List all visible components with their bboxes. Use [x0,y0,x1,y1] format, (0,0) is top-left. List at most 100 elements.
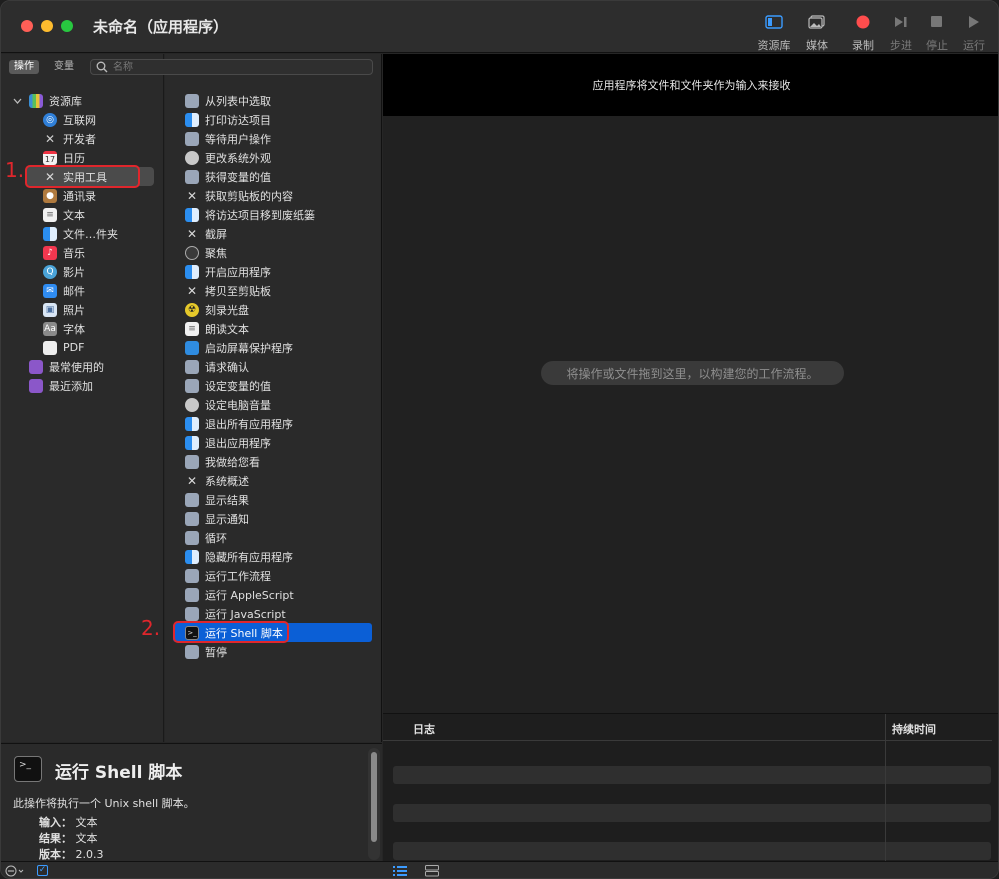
library-item-label: 文件…件夹 [63,227,118,241]
description-title: 运行 Shell 脚本 [55,763,183,783]
library-item-text[interactable]: ≡ 文本 [43,205,85,224]
action-item[interactable]: ☢ 刻录光盘 [185,300,249,319]
action-item[interactable]: 隐藏所有应用程序 [185,547,293,566]
record-toolbar-label: 录制 [852,39,874,52]
step-toolbar-button[interactable]: 步进 [881,11,921,53]
description-scrollbar[interactable] [368,748,380,860]
media-toolbar-button[interactable]: 媒体 [797,11,837,53]
library-item-contacts[interactable]: ● 通讯录 [43,186,96,205]
library-item-mail[interactable]: ✉ 邮件 [43,281,85,300]
terminal-icon: >_ [14,756,42,782]
action-item[interactable]: ✕ 系统概述 [185,471,249,490]
tools-icon: ✕ [186,473,198,488]
library-root[interactable]: 资源库 [13,91,82,110]
close-window-button[interactable] [21,20,33,32]
action-item[interactable]: 运行 AppleScript [185,585,294,604]
finder-icon [185,112,199,127]
annotation-box-shell-script [173,621,289,643]
action-item[interactable]: 请求确认 [185,357,249,376]
action-item[interactable]: 循环 [185,528,227,547]
library-tabs-row: 操作 变量 [1,54,382,80]
list-view-icon[interactable] [393,865,407,878]
globe-icon: ◎ [43,112,57,127]
record-icon [843,11,883,33]
step-toolbar-label: 步进 [890,39,912,52]
more-options-icon[interactable] [5,865,27,878]
library-smart-label: 最常使用的 [49,360,104,374]
log-column-log[interactable]: 日志 [413,721,435,737]
bottom-bar: ✓ [1,861,998,878]
tab-actions[interactable]: 操作 [9,60,39,74]
log-column-duration[interactable]: 持续时间 [892,721,936,737]
description-toggle-checkbox[interactable]: ✓ [37,865,48,876]
chevron-down-icon[interactable] [13,94,25,107]
pdf-icon [43,340,57,355]
action-item[interactable]: 暂停 [185,642,227,661]
version-label: 版本： [39,848,72,861]
action-item[interactable]: 更改系统外观 [185,148,271,167]
record-toolbar-button[interactable]: 录制 [843,11,883,53]
action-item[interactable]: 显示结果 [185,490,249,509]
minimize-window-button[interactable] [41,20,53,32]
action-item[interactable]: 我做给您看 [185,452,260,471]
action-item[interactable]: 设定电脑音量 [185,395,271,414]
library-smart-most-used[interactable]: 最常使用的 [29,357,104,376]
action-item-label: 显示结果 [205,493,249,507]
finder-icon [185,207,199,222]
library-item-internet[interactable]: ◎ 互联网 [43,110,96,129]
automator-icon [185,131,199,146]
action-item-label: 隐藏所有应用程序 [205,550,293,564]
tab-variables[interactable]: 变量 [49,60,79,74]
split-view-icon[interactable] [425,865,439,878]
action-item[interactable]: 获得变量的值 [185,167,271,186]
text-icon: ≡ [43,207,57,222]
action-item-label: 请求确认 [205,360,249,374]
search-input[interactable] [113,60,363,74]
library-item-pdf[interactable]: PDF [43,338,84,357]
stop-toolbar-button[interactable]: 停止 [917,11,957,53]
stop-icon [917,11,957,33]
annotation-step-1: 1. [5,158,25,182]
library-item-files-folders[interactable]: 文件…件夹 [43,224,118,243]
action-item[interactable]: 打印访达项目 [185,110,271,129]
library-toolbar-button[interactable]: 资源库 [754,11,794,53]
action-item[interactable]: ≡ 朗读文本 [185,319,249,338]
library-item-music[interactable]: ♪ 音乐 [43,243,85,262]
automator-icon [185,378,199,393]
action-item[interactable]: 将访达项目移到废纸篓 [185,205,315,224]
run-toolbar-button[interactable]: 运行 [954,11,994,53]
search-field[interactable] [90,59,373,75]
annotation-box-utilities [25,165,140,188]
action-item[interactable]: ✕ 截屏 [185,224,227,243]
action-item[interactable]: 显示通知 [185,509,249,528]
system-icon [185,150,199,165]
action-item[interactable]: 退出所有应用程序 [185,414,293,433]
library-smart-recently-added[interactable]: 最近添加 [29,376,93,395]
library-item-label: 日历 [63,151,85,165]
library-item-movies[interactable]: Q 影片 [43,262,85,281]
action-item[interactable]: ✕ 获取剪贴板的内容 [185,186,293,205]
action-item[interactable]: 设定变量的值 [185,376,271,395]
action-item[interactable]: ✕ 拷贝至剪贴板 [185,281,271,300]
library-item-label: 开发者 [63,132,96,146]
action-item-label: 系统概述 [205,474,249,488]
action-item[interactable]: 从列表中选取 [185,91,271,110]
automator-icon [185,606,199,621]
action-item[interactable]: 运行工作流程 [185,566,271,585]
library-item-label: 音乐 [63,246,85,260]
library-item-developer[interactable]: ✕ 开发者 [43,129,96,148]
automator-icon [185,568,199,583]
action-item[interactable]: 开启应用程序 [185,262,271,281]
action-item[interactable]: 聚焦 [185,243,227,262]
automator-icon [185,359,199,374]
description-scrollbar-thumb[interactable] [371,752,377,842]
library-books-icon [29,93,43,108]
action-item[interactable]: 等待用户操作 [185,129,271,148]
action-item[interactable]: 退出应用程序 [185,433,271,452]
workflow-canvas[interactable]: 将操作或文件拖到这里，以构建您的工作流程。 [383,116,998,713]
library-item-fonts[interactable]: Aa 字体 [43,319,85,338]
zoom-window-button[interactable] [61,20,73,32]
action-item[interactable]: 启动屏幕保护程序 [185,338,293,357]
step-forward-icon [881,11,921,33]
library-item-photos[interactable]: ▣ 照片 [43,300,85,319]
